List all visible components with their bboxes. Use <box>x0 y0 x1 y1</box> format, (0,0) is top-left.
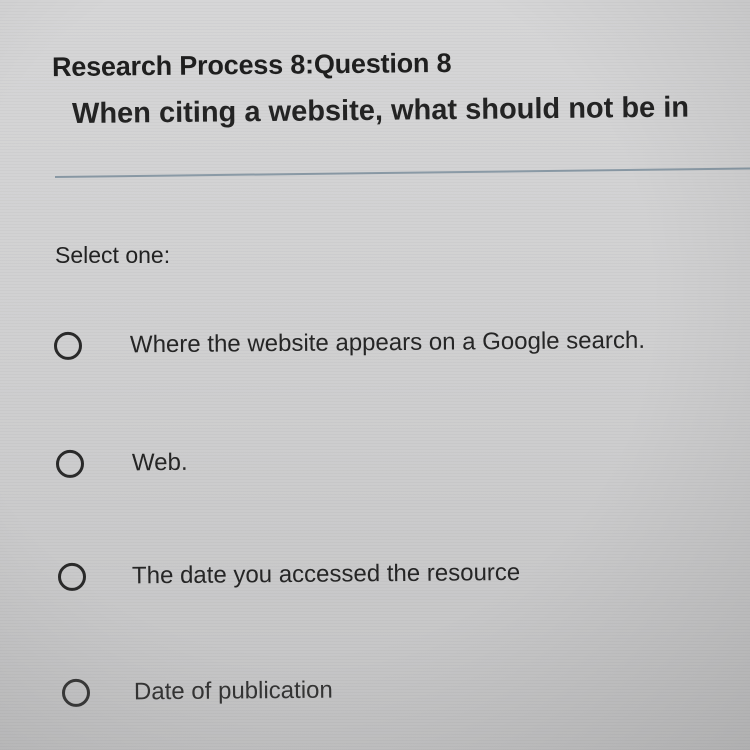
divider <box>54 167 750 178</box>
answer-option-2[interactable]: Web. <box>55 449 188 478</box>
answer-option-3[interactable]: The date you accessed the resource <box>57 559 520 591</box>
answer-option-label[interactable]: Where the website appears on a Google se… <box>130 327 645 359</box>
radio-button-icon[interactable] <box>55 449 85 478</box>
question-text: When citing a website, what should not b… <box>71 91 690 130</box>
answer-option-label[interactable]: Date of publication <box>134 677 333 707</box>
answer-option-label[interactable]: Web. <box>132 449 188 477</box>
question-title: Research Process 8:Question 8 <box>51 47 452 83</box>
answer-option-label[interactable]: The date you accessed the resource <box>132 559 520 590</box>
answer-option-4[interactable]: Date of publication <box>61 677 333 707</box>
radio-button-icon[interactable] <box>61 678 91 707</box>
radio-button-icon[interactable] <box>57 562 87 591</box>
radio-button-icon[interactable] <box>53 331 83 360</box>
answer-option-1[interactable]: Where the website appears on a Google se… <box>53 327 645 360</box>
quiz-page: Research Process 8:Question 8 When citin… <box>0 0 750 750</box>
select-one-label: Select one: <box>55 242 171 268</box>
